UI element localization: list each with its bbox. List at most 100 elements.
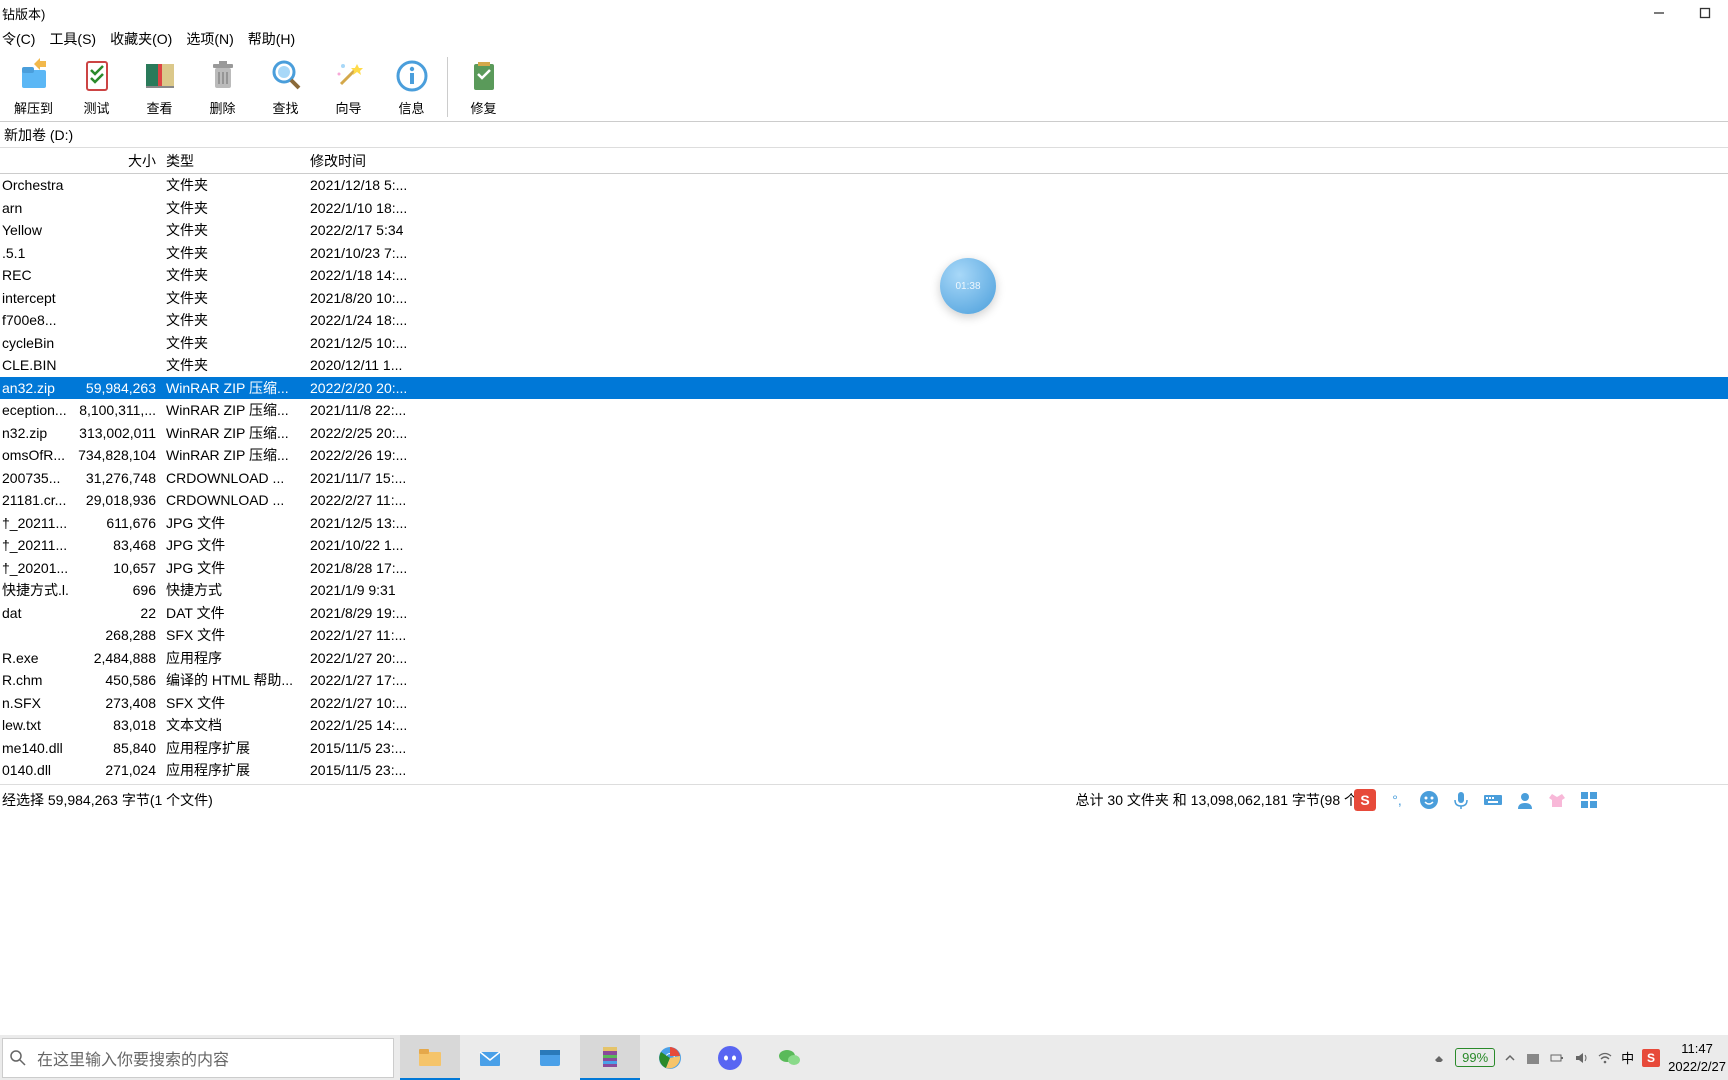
- wizard-button[interactable]: 向导: [317, 52, 380, 122]
- floating-timer-widget[interactable]: 01:38: [940, 258, 996, 314]
- file-row[interactable]: f700e8...文件夹2022/1/24 18:...: [0, 309, 1728, 332]
- file-row[interactable]: †_20201...10,657JPG 文件2021/8/28 17:...: [0, 557, 1728, 580]
- speaker-icon[interactable]: [1573, 1050, 1589, 1066]
- ime-indicator[interactable]: 中: [1621, 1048, 1634, 1067]
- task-chrome[interactable]: [640, 1035, 700, 1080]
- file-row[interactable]: REC文件夹2022/1/18 14:...: [0, 264, 1728, 287]
- task-movies[interactable]: [520, 1035, 580, 1080]
- file-row[interactable]: †_20211...83,468JPG 文件2021/10/22 1...: [0, 534, 1728, 557]
- file-row[interactable]: 268,288SFX 文件2022/1/27 11:...: [0, 624, 1728, 647]
- file-type: 文件夹: [162, 310, 306, 330]
- file-row[interactable]: 21181.cr...29,018,936CRDOWNLOAD ...2022/…: [0, 489, 1728, 512]
- file-row[interactable]: 200735...31,276,748CRDOWNLOAD ...2021/11…: [0, 467, 1728, 490]
- file-list: Orchestra文件夹2021/12/18 5:...arn文件夹2022/1…: [0, 174, 1728, 784]
- file-date: 2015/11/5 23:...: [306, 740, 426, 756]
- file-row[interactable]: 0140.dll271,024应用程序扩展2015/11/5 23:...: [0, 759, 1728, 782]
- file-row[interactable]: omsOfR...734,828,104WinRAR ZIP 压缩...2022…: [0, 444, 1728, 467]
- maximize-button[interactable]: [1682, 0, 1728, 26]
- file-row[interactable]: lew.txt83,018文本文档2022/1/25 14:...: [0, 714, 1728, 737]
- status-bar: 经选择 59,984,263 字节(1 个文件) 总计 30 文件夹 和 13,…: [0, 784, 1728, 814]
- file-name: R.exe: [0, 650, 70, 666]
- file-size: 611,676: [70, 515, 162, 531]
- file-row[interactable]: dat22DAT 文件2021/8/29 19:...: [0, 602, 1728, 625]
- file-name: †_20211...: [0, 537, 70, 553]
- menu-options[interactable]: 选项(N): [186, 29, 233, 49]
- file-row[interactable]: R.chm450,586编译的 HTML 帮助...2022/1/27 17:.…: [0, 669, 1728, 692]
- clock[interactable]: 11:47 2022/2/27: [1668, 1040, 1726, 1076]
- extract-button[interactable]: 解压到: [2, 52, 65, 122]
- file-name: †_20201...: [0, 560, 70, 576]
- chevron-up-icon[interactable]: [1503, 1051, 1517, 1065]
- file-row[interactable]: R.exe2,484,888应用程序2022/1/27 20:...: [0, 647, 1728, 670]
- view-button[interactable]: 查看: [128, 52, 191, 122]
- delete-button[interactable]: 删除: [191, 52, 254, 122]
- file-row[interactable]: arn文件夹2022/1/10 18:...: [0, 197, 1728, 220]
- col-size[interactable]: 大小: [70, 151, 162, 171]
- file-row[interactable]: Yellow文件夹2022/2/17 5:34: [0, 219, 1728, 242]
- ime-icon[interactable]: S: [1642, 1049, 1660, 1067]
- shirt-icon[interactable]: [1546, 789, 1568, 811]
- info-button[interactable]: 信息: [380, 52, 443, 122]
- keyboard-icon[interactable]: [1482, 789, 1504, 811]
- tray-app-icon[interactable]: [1525, 1050, 1541, 1066]
- file-row[interactable]: intercept文件夹2021/8/20 10:...: [0, 287, 1728, 310]
- search-input[interactable]: 在这里输入你要搜索的内容: [2, 1038, 394, 1078]
- address-bar[interactable]: 新加卷 (D:): [0, 122, 1728, 148]
- grid-icon[interactable]: [1578, 789, 1600, 811]
- file-row[interactable]: n32.zip313,002,011WinRAR ZIP 压缩...2022/2…: [0, 422, 1728, 445]
- file-row[interactable]: †_20211...611,676JPG 文件2021/12/5 13:...: [0, 512, 1728, 535]
- repair-button[interactable]: 修复: [452, 52, 515, 122]
- view-icon: [140, 56, 180, 96]
- menu-tools[interactable]: 工具(S): [49, 29, 96, 49]
- file-row[interactable]: n.SFX273,408SFX 文件2022/1/27 10:...: [0, 692, 1728, 715]
- file-row[interactable]: .5.1文件夹2021/10/23 7:...: [0, 242, 1728, 265]
- menu-help[interactable]: 帮助(H): [248, 29, 295, 49]
- col-date[interactable]: 修改时间: [306, 151, 426, 171]
- file-row[interactable]: me140.dll85,840应用程序扩展2015/11/5 23:...: [0, 737, 1728, 760]
- file-row[interactable]: CLE.BIN文件夹2020/12/11 1...: [0, 354, 1728, 377]
- task-mail[interactable]: [460, 1035, 520, 1080]
- file-date: 2021/1/9 9:31: [306, 582, 426, 598]
- menu-command[interactable]: 令(C): [2, 29, 35, 49]
- task-explorer[interactable]: [400, 1035, 460, 1080]
- file-name: R.chm: [0, 672, 70, 688]
- file-type: 文件夹: [162, 333, 306, 353]
- file-row[interactable]: an32.zip59,984,263WinRAR ZIP 压缩...2022/2…: [0, 377, 1728, 400]
- file-date: 2020/12/11 1...: [306, 357, 426, 373]
- file-date: 2022/1/27 11:...: [306, 627, 426, 643]
- sogou-icon[interactable]: S: [1354, 789, 1376, 811]
- plug-icon[interactable]: [1431, 1050, 1447, 1066]
- file-row[interactable]: eception...8,100,311,...WinRAR ZIP 压缩...…: [0, 399, 1728, 422]
- svg-text:°,: °,: [1392, 792, 1402, 808]
- file-row[interactable]: 快捷方式.l...696快捷方式2021/1/9 9:31: [0, 579, 1728, 602]
- minimize-icon: [1653, 7, 1665, 19]
- file-date: 2021/10/22 1...: [306, 537, 426, 553]
- file-name: 200735...: [0, 470, 70, 486]
- mic-icon[interactable]: [1450, 789, 1472, 811]
- find-button[interactable]: 查找: [254, 52, 317, 122]
- person-icon[interactable]: [1514, 789, 1536, 811]
- window-title: 钻版本): [2, 4, 45, 23]
- file-date: 2022/1/27 17:...: [306, 672, 426, 688]
- minimize-button[interactable]: [1636, 0, 1682, 26]
- task-winrar[interactable]: [580, 1035, 640, 1080]
- file-type: 应用程序: [162, 648, 306, 668]
- file-row[interactable]: Orchestra文件夹2021/12/18 5:...: [0, 174, 1728, 197]
- wifi-icon[interactable]: [1597, 1050, 1613, 1066]
- taskbar: 在这里输入你要搜索的内容 99% 中 S: [0, 1035, 1728, 1080]
- file-date: 2021/8/28 17:...: [306, 560, 426, 576]
- menu-favorites[interactable]: 收藏夹(O): [110, 29, 172, 49]
- file-name: cycleBin: [0, 335, 70, 351]
- file-row[interactable]: cycleBin文件夹2021/12/5 10:...: [0, 332, 1728, 355]
- punctuation-icon[interactable]: °,: [1386, 789, 1408, 811]
- battery-indicator[interactable]: 99%: [1455, 1048, 1495, 1067]
- file-name: n32.zip: [0, 425, 70, 441]
- test-icon: [77, 56, 117, 96]
- file-type: 文本文档: [162, 715, 306, 735]
- task-wechat[interactable]: [760, 1035, 820, 1080]
- emoji-icon[interactable]: [1418, 789, 1440, 811]
- task-discord[interactable]: [700, 1035, 760, 1080]
- battery-icon[interactable]: [1549, 1050, 1565, 1066]
- col-type[interactable]: 类型: [162, 151, 306, 171]
- test-button[interactable]: 测试: [65, 52, 128, 122]
